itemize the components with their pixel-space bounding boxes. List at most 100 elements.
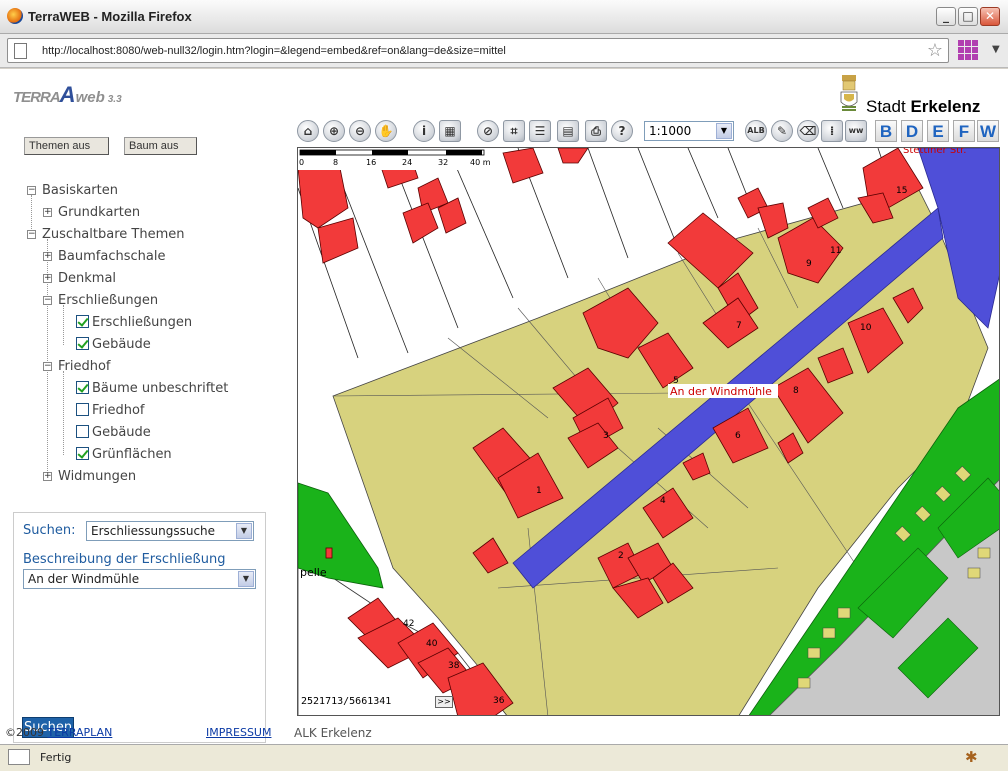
- tree-node-denkmal[interactable]: + Denkmal: [43, 270, 116, 288]
- url-bar[interactable]: http://localhost:8080/web-null32/login.h…: [7, 38, 949, 63]
- legend-icon[interactable]: ☰: [529, 120, 551, 142]
- minimize-button[interactable]: _: [936, 7, 956, 26]
- street-select[interactable]: An der Windmühle ▼: [23, 569, 256, 589]
- footer-copyright: ©2009 TERRAPLAN: [5, 726, 113, 739]
- map-view[interactable]: 1 2 3 4 5 6 7 8 9 10 11 15 36 38 40 42 A…: [297, 147, 1000, 716]
- addon-grid-icon[interactable]: [958, 40, 980, 60]
- expand-icon: +: [43, 273, 52, 283]
- pan-hand-icon[interactable]: ✋: [375, 120, 397, 142]
- svg-text:3: 3: [603, 431, 609, 441]
- tree-layer-gebaeude[interactable]: Gebäude: [76, 336, 151, 354]
- scale-select[interactable]: 1:1000 ▼: [644, 121, 734, 141]
- partial-map-label: pelle: [300, 566, 327, 579]
- tree-node-erschliessungen[interactable]: − Erschließungen: [43, 292, 158, 310]
- collapse-icon: −: [27, 229, 36, 239]
- street-label: An der Windmühle: [670, 385, 772, 398]
- alk-label: ALK Erkelenz: [294, 726, 372, 740]
- select-area-icon[interactable]: ▦: [439, 120, 461, 142]
- city-name: Stadt Erkelenz: [866, 97, 981, 116]
- home-icon[interactable]: ⌂: [297, 120, 319, 142]
- tree-node-zuschaltbare-themen[interactable]: − Zuschaltbare Themen: [27, 226, 184, 244]
- svg-text:24: 24: [402, 158, 412, 167]
- layer-checkbox: [76, 381, 89, 394]
- tree-node-widmungen[interactable]: + Widmungen: [43, 468, 136, 486]
- layer-checkbox: [76, 337, 89, 350]
- svg-text:7: 7: [736, 321, 742, 331]
- map-canvas: 1 2 3 4 5 6 7 8 9 10 11 15 36 38 40 42 A…: [298, 148, 999, 715]
- svg-text:0: 0: [299, 158, 304, 167]
- search-label: Suchen:: [23, 523, 76, 538]
- svg-text:10: 10: [860, 323, 872, 333]
- svg-text:4: 4: [660, 496, 666, 506]
- firebug-icon[interactable]: ✱: [965, 748, 978, 766]
- top-street-label: Stettiner Str.: [903, 148, 966, 156]
- close-button[interactable]: ✕: [980, 7, 1000, 26]
- expand-icon: +: [43, 207, 52, 217]
- svg-text:40: 40: [426, 639, 438, 649]
- expand-icon: +: [43, 251, 52, 261]
- tree-node-baumfachschale[interactable]: + Baumfachschale: [43, 248, 165, 266]
- eraser-icon[interactable]: ⌫: [797, 120, 819, 142]
- tree-node-basiskarten[interactable]: − Basiskarten: [27, 182, 118, 200]
- info-icon[interactable]: i: [413, 120, 435, 142]
- grid-overlay-icon[interactable]: ⁞: [821, 120, 843, 142]
- tree-layer-friedhof-gebaeude[interactable]: Gebäude: [76, 424, 151, 442]
- bookmark-star-icon[interactable]: ☆: [927, 40, 943, 61]
- page-content: TERRAAweb 3.3 Stadt Erkelenz Themen aus B…: [0, 69, 1008, 744]
- url-text[interactable]: http://localhost:8080/web-null32/login.h…: [42, 45, 506, 57]
- pencil-icon[interactable]: ✎: [771, 120, 793, 142]
- svg-text:38: 38: [448, 661, 460, 671]
- svg-text:1: 1: [536, 486, 542, 496]
- chevron-down-icon: ▼: [238, 571, 254, 587]
- description-label: Beschreibung der Erschließung: [23, 552, 226, 567]
- terraplan-link[interactable]: TERRAPLAN: [48, 726, 113, 739]
- collapse-icon: −: [43, 361, 52, 371]
- clear-selection-icon[interactable]: ⊘: [477, 120, 499, 142]
- lang-button-b[interactable]: B: [875, 120, 897, 142]
- export-icon[interactable]: ▤: [557, 120, 579, 142]
- connection-icon: [8, 749, 30, 765]
- svg-text:9: 9: [806, 259, 812, 269]
- svg-text:2: 2: [618, 551, 624, 561]
- print-icon[interactable]: ⎙: [585, 120, 607, 142]
- status-bar: Fertig ✱: [0, 744, 1008, 771]
- chevron-down-icon[interactable]: ▼: [992, 44, 1000, 55]
- impressum-link[interactable]: IMPRESSUM: [206, 726, 271, 739]
- status-text: Fertig: [40, 751, 72, 764]
- tree-layer-gruenflaechen[interactable]: Grünflächen: [76, 446, 172, 464]
- svg-text:42: 42: [403, 619, 414, 629]
- svg-text:15: 15: [896, 186, 907, 196]
- tree-layer-friedhof[interactable]: Friedhof: [76, 402, 145, 420]
- lang-button-d[interactable]: D: [901, 120, 923, 142]
- svg-text:8: 8: [793, 386, 799, 396]
- expand-button[interactable]: >>: [435, 696, 453, 708]
- svg-text:36: 36: [493, 696, 505, 706]
- tree-off-button[interactable]: Baum aus: [124, 137, 197, 155]
- themes-off-button[interactable]: Themen aus: [24, 137, 109, 155]
- alb-button[interactable]: ALB: [745, 120, 767, 142]
- zoom-out-icon[interactable]: ⊖: [349, 120, 371, 142]
- map-coordinates: 2521713/5661341: [301, 696, 392, 707]
- lang-button-e[interactable]: E: [927, 120, 949, 142]
- help-icon[interactable]: ?: [611, 120, 633, 142]
- maximize-button[interactable]: □: [958, 7, 978, 26]
- tree-layer-erschliessungen[interactable]: Erschließungen: [76, 314, 192, 332]
- svg-text:6: 6: [735, 431, 741, 441]
- layer-checkbox: [76, 425, 89, 438]
- measure-icon[interactable]: ⌗: [503, 120, 525, 142]
- tree-node-grundkarten[interactable]: + Grundkarten: [43, 204, 140, 222]
- www-icon[interactable]: ww: [845, 120, 867, 142]
- window-titlebar: TerraWEB - Mozilla Firefox _ □ ✕: [0, 0, 1008, 34]
- search-type-select[interactable]: Erschliessungssuche ▼: [86, 521, 254, 541]
- firefox-icon: [7, 8, 23, 24]
- lang-button-f[interactable]: F: [953, 120, 975, 142]
- layer-checkbox: [76, 403, 89, 416]
- lang-button-w[interactable]: W: [977, 120, 999, 142]
- tree-node-friedhof[interactable]: − Friedhof: [43, 358, 111, 376]
- zoom-in-icon[interactable]: ⊕: [323, 120, 345, 142]
- page-icon: [14, 43, 27, 59]
- layer-checkbox: [76, 447, 89, 460]
- collapse-icon: −: [43, 295, 52, 305]
- tree-layer-baeume-unbeschriftet[interactable]: Bäume unbeschriftet: [76, 380, 228, 398]
- svg-text:8: 8: [333, 158, 338, 167]
